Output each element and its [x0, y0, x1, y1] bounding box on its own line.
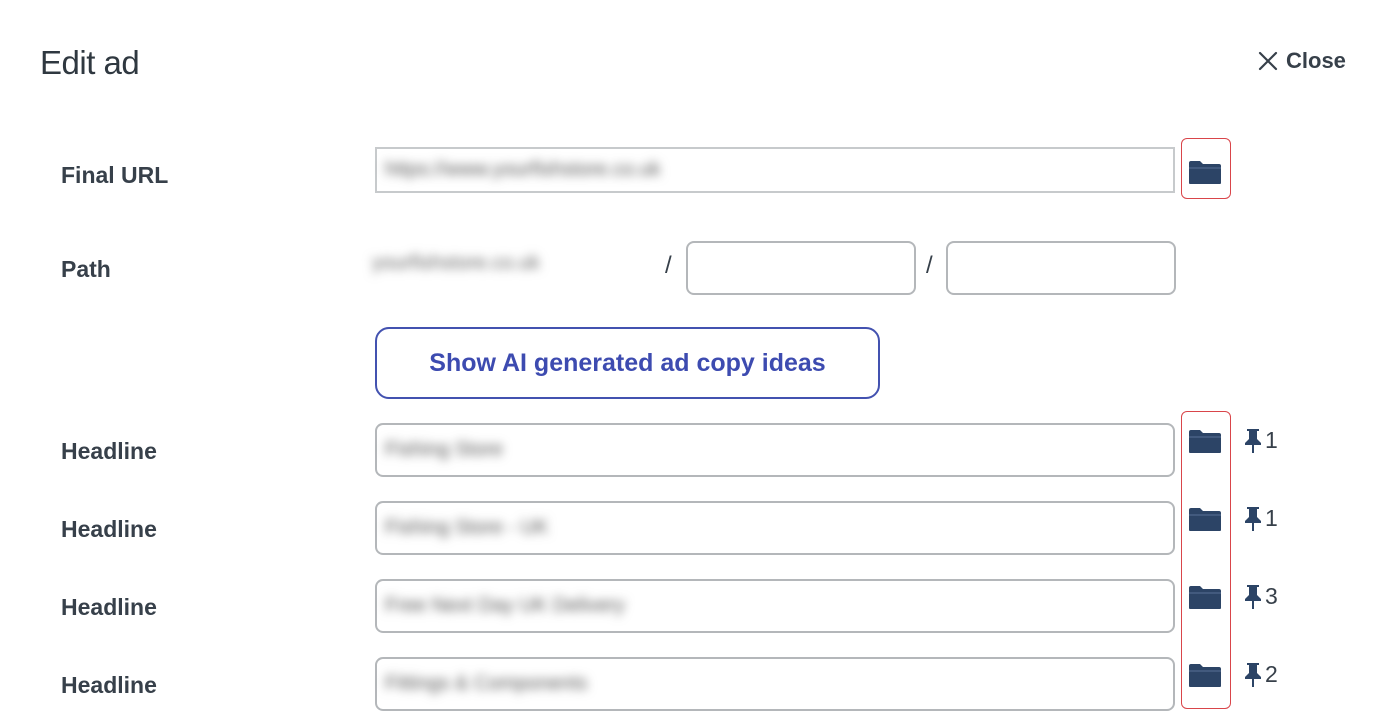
headline-input[interactable]: Free Next Day UK Delivery — [375, 579, 1175, 633]
headline-value: Fittings & Components — [385, 672, 588, 695]
headline-value: Fishing Store - UK — [385, 516, 549, 539]
pin-button[interactable]: 2 — [1243, 661, 1278, 688]
final-url-label: Final URL — [61, 162, 169, 188]
pushpin-icon — [1243, 584, 1263, 610]
pin-button[interactable]: 1 — [1243, 505, 1278, 532]
pushpin-icon — [1243, 662, 1263, 688]
headline-label: Headline — [61, 672, 157, 698]
headline-label: Headline — [61, 438, 157, 464]
show-ai-ad-copy-button[interactable]: Show AI generated ad copy ideas — [375, 327, 880, 399]
path-separator-2: / — [926, 252, 933, 279]
pin-position: 3 — [1265, 583, 1278, 609]
folder-icon[interactable] — [1188, 584, 1222, 610]
pushpin-icon — [1243, 506, 1263, 532]
pin-button[interactable]: 1 — [1243, 427, 1278, 454]
path-label: Path — [61, 256, 111, 282]
headline-label: Headline — [61, 594, 157, 620]
path1-input[interactable] — [686, 241, 916, 295]
headline-value: Free Next Day UK Delivery — [385, 594, 626, 617]
close-label: Close — [1286, 48, 1346, 73]
headline-input[interactable]: Fishing Store — [375, 423, 1175, 477]
headline-value: Fishing Store — [385, 438, 503, 461]
pin-position: 1 — [1265, 505, 1278, 531]
edit-ad-dialog: Edit ad Close Final URL https://www.your… — [0, 0, 1381, 724]
dialog-title: Edit ad — [40, 44, 140, 81]
headline-input[interactable]: Fishing Store - UK — [375, 501, 1175, 555]
close-button[interactable]: Close — [1256, 48, 1346, 74]
pushpin-icon — [1243, 428, 1263, 454]
folder-icon[interactable] — [1188, 506, 1222, 532]
headline-input[interactable]: Fittings & Components — [375, 657, 1175, 711]
path-separator-1: / — [665, 252, 672, 279]
final-url-input[interactable]: https://www.yourfishstore.co.uk — [375, 147, 1175, 193]
final-url-value: https://www.yourfishstore.co.uk — [385, 158, 661, 181]
path-domain: yourfishstore.co.uk — [372, 252, 540, 274]
pin-position: 2 — [1265, 661, 1278, 687]
pin-position: 1 — [1265, 427, 1278, 453]
folder-icon[interactable] — [1188, 662, 1222, 688]
final-url-folder-icon[interactable] — [1188, 159, 1222, 185]
path2-input[interactable] — [946, 241, 1176, 295]
folder-icon[interactable] — [1188, 428, 1222, 454]
headline-label: Headline — [61, 516, 157, 542]
close-icon — [1256, 49, 1280, 73]
pin-button[interactable]: 3 — [1243, 583, 1278, 610]
